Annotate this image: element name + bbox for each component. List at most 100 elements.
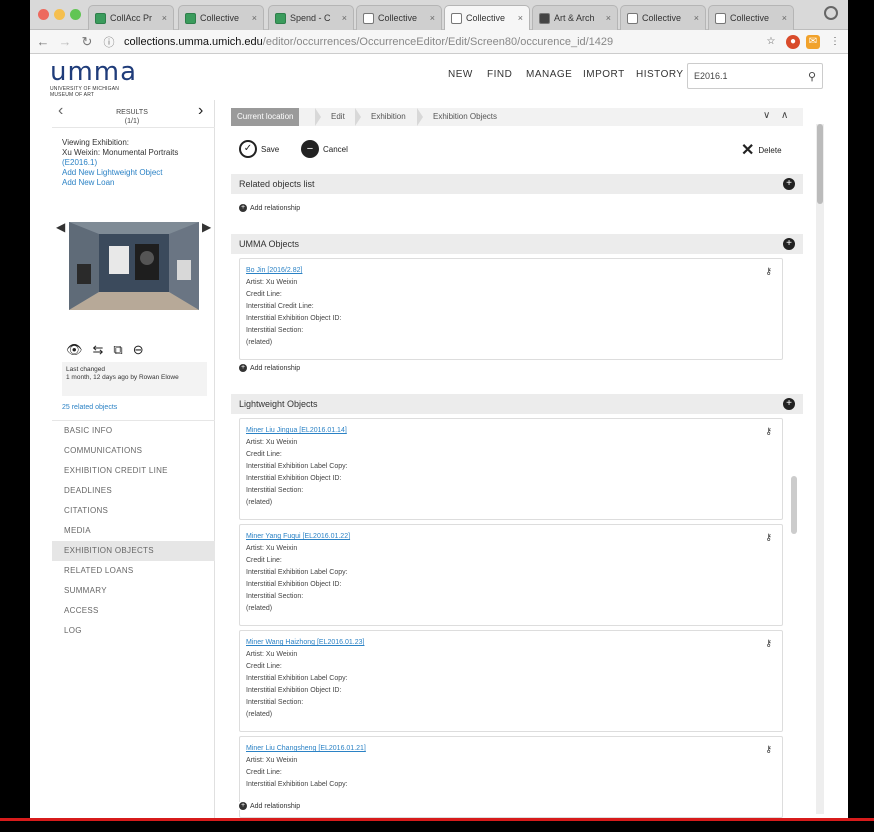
nav-manage[interactable]: MANAGE [526, 69, 572, 80]
tab-close-icon[interactable]: × [252, 13, 257, 23]
add-relationship-link[interactable]: + Add relationship [239, 364, 300, 372]
key-icon[interactable]: ⚷ [765, 425, 772, 437]
add-lightweight-icon[interactable]: + [783, 398, 795, 410]
umma-objects-title: UMMA Objects [239, 239, 300, 249]
tab-label: Collective [642, 13, 682, 23]
add-relationship-link[interactable]: + Add relationship [239, 204, 300, 212]
viewing-label: Viewing Exhibition: [62, 138, 130, 147]
browser-tab[interactable]: Spend - C × [268, 5, 354, 30]
add-relationship-link[interactable]: + Add relationship [239, 802, 301, 810]
browser-tab[interactable]: Art & Arch × [532, 5, 618, 30]
tab-close-icon[interactable]: × [430, 13, 435, 23]
related-objects-link[interactable]: 25 related objects [62, 404, 117, 411]
object-title-link[interactable]: Miner Yang Fuqui [EL2016.01.22] [246, 531, 776, 543]
object-field: Credit Line: [246, 769, 282, 776]
tab-close-icon[interactable]: × [606, 13, 611, 23]
sidebar-item-summary[interactable]: SUMMARY [52, 581, 215, 601]
maximize-window-dot[interactable] [70, 9, 81, 20]
object-field: Interstitial Section: [246, 699, 304, 706]
page-scrollbar-thumb[interactable] [817, 124, 823, 204]
browser-tab[interactable]: Collective × [708, 5, 794, 30]
gallery-next-icon[interactable]: ▶ [202, 220, 211, 234]
browser-tab[interactable]: Collective × [444, 5, 530, 30]
tab-close-icon[interactable]: × [782, 13, 787, 23]
add-related-icon[interactable]: + [783, 178, 795, 190]
browser-tab[interactable]: Collective × [620, 5, 706, 30]
cancel-button[interactable]: − Cancel [301, 140, 348, 158]
refresh-icon[interactable]: ⇆ [93, 342, 104, 358]
nav-import[interactable]: IMPORT [583, 69, 625, 80]
view-icon[interactable]: 👁 [66, 342, 83, 358]
sidebar-item-deadlines[interactable]: DEADLINES [52, 481, 215, 501]
copy-icon[interactable]: ⧉ [113, 342, 122, 358]
reload-icon[interactable]: ↻ [80, 34, 94, 50]
nav-find[interactable]: FIND [487, 69, 512, 80]
exhibition-id: (E2016.1) [62, 158, 98, 167]
sidebar-item-log[interactable]: LOG [52, 621, 215, 641]
last-changed-value: 1 month, 12 days ago by Rowan Elowe [66, 374, 179, 381]
search-input[interactable]: E2016.1 ⚲ [687, 63, 823, 89]
key-icon[interactable]: ⚷ [765, 743, 772, 755]
sidebar-item-communications[interactable]: COMMUNICATIONS [52, 441, 215, 461]
key-icon[interactable]: ⚷ [765, 637, 772, 649]
tab-favicon-icon [627, 12, 638, 24]
add-umma-object-icon[interactable]: + [783, 238, 795, 250]
extension-red-icon[interactable]: ● [786, 35, 800, 49]
object-title-link[interactable]: Miner Liu Changsheng [EL2016.01.21] [246, 743, 776, 755]
remove-icon[interactable]: ⊖ [133, 342, 144, 358]
lightweight-scrollbar[interactable] [791, 476, 797, 534]
browser-menu-icon[interactable]: ⋮ [828, 35, 842, 49]
video-progress-bar[interactable] [0, 818, 874, 821]
tab-close-icon[interactable]: × [162, 13, 167, 23]
key-icon[interactable]: ⚷ [765, 265, 772, 277]
prev-result-icon[interactable]: ‹ [58, 102, 63, 120]
browser-tab[interactable]: Collective × [356, 5, 442, 30]
object-field: Interstitial Exhibition Object ID: [246, 581, 342, 588]
close-window-dot[interactable] [38, 9, 49, 20]
next-result-icon[interactable]: › [198, 102, 203, 120]
browser-tab[interactable]: Collective × [178, 5, 264, 30]
collapse-up-icon[interactable]: ∧ [781, 110, 788, 121]
sidebar-item-related-loans[interactable]: RELATED LOANS [52, 561, 215, 581]
object-title-link[interactable]: Bo Jin [2016/2.82] [246, 265, 776, 277]
sidebar-item-citations[interactable]: CITATIONS [52, 501, 215, 521]
save-button[interactable]: ✓ Save [239, 140, 279, 158]
extension-orange-icon[interactable]: ✉ [806, 35, 820, 49]
umma-logo[interactable]: umma University of Michigan Museum of Ar… [50, 58, 140, 98]
back-icon[interactable]: ← [36, 34, 50, 49]
browser-tab[interactable]: CollAcc Pr × [88, 5, 174, 30]
add-loan-link[interactable]: Add New Loan [62, 178, 212, 188]
url-host: collections.umma.umich.edu [124, 36, 263, 48]
key-icon[interactable]: ⚷ [765, 531, 772, 543]
forward-icon[interactable]: → [58, 34, 72, 49]
sidebar-item-access[interactable]: ACCESS [52, 601, 215, 621]
url-field[interactable]: collections.umma.umich.edu/editor/occurr… [124, 33, 764, 51]
profile-icon[interactable] [824, 6, 838, 20]
gallery-prev-icon[interactable]: ◀ [56, 220, 65, 234]
object-title-link[interactable]: Miner Wang Haizhong [EL2016.01.23] [246, 637, 776, 649]
search-value: E2016.1 [694, 71, 728, 81]
tab-close-icon[interactable]: × [694, 13, 699, 23]
breadcrumb-exhibition[interactable]: Exhibition [363, 108, 406, 126]
sidebar-item-basic-info[interactable]: BASIC INFO [52, 421, 215, 441]
nav-new[interactable]: NEW [448, 69, 473, 80]
tab-close-icon[interactable]: × [342, 13, 347, 23]
delete-button[interactable]: ✕ Delete [741, 140, 782, 160]
add-lightweight-link[interactable]: Add New Lightweight Object [62, 168, 212, 178]
main-panel: Current location Edit Exhibition Exhibit… [231, 108, 803, 818]
minimize-window-dot[interactable] [54, 9, 65, 20]
object-field: (related) [246, 499, 273, 506]
breadcrumb-edit[interactable]: Edit [323, 108, 345, 126]
object-title-link[interactable]: Miner Liu Jingua [EL2016.01.14] [246, 425, 776, 437]
sidebar-item-exhibition-objects[interactable]: EXHIBITION OBJECTS [52, 541, 215, 561]
bookmark-star-icon[interactable]: ☆ [764, 35, 778, 49]
search-icon[interactable]: ⚲ [808, 65, 816, 89]
sidebar-item-media[interactable]: MEDIA [52, 521, 215, 541]
tab-close-icon[interactable]: × [518, 13, 523, 23]
breadcrumb-exhibition-objects[interactable]: Exhibition Objects [425, 108, 497, 126]
sidebar-item-exhibition-credit-line[interactable]: EXHIBITION CREDIT LINE [52, 461, 215, 481]
sidebar: ‹ RESULTS (1/1) › Viewing Exhibition: Xu… [52, 100, 215, 818]
page-scrollbar[interactable] [816, 124, 824, 814]
collapse-down-icon[interactable]: ∨ [763, 110, 770, 121]
nav-history[interactable]: HISTORY [636, 69, 684, 80]
